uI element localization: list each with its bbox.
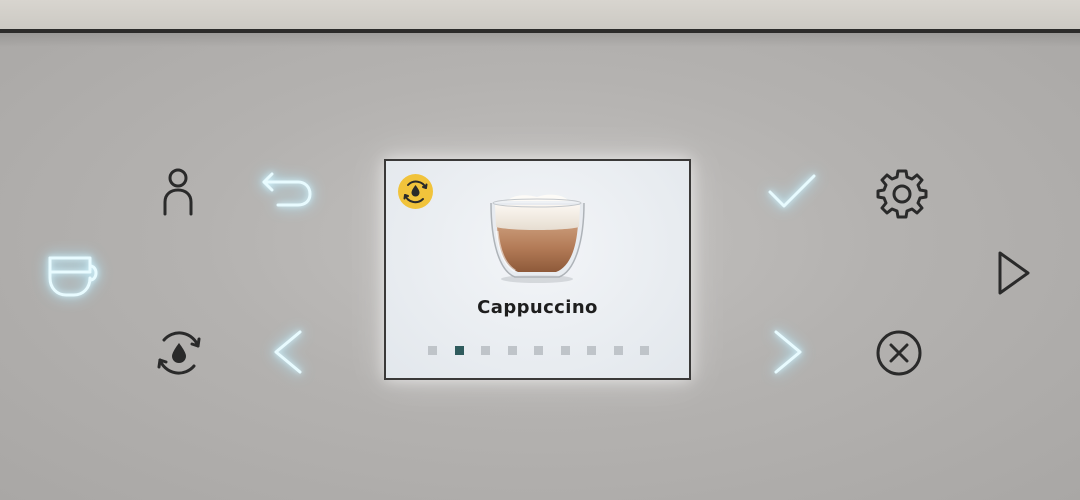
back-arrow-icon <box>262 172 312 207</box>
cup-button[interactable] <box>44 248 100 300</box>
cancel-button[interactable] <box>874 328 924 378</box>
page-indicator-dot-active <box>455 346 464 355</box>
top-shade <box>0 33 1080 47</box>
chevron-right-icon <box>774 330 802 374</box>
cappuccino-cup-icon <box>490 194 585 283</box>
page-indicator-dot <box>587 346 596 355</box>
play-icon <box>998 251 1030 295</box>
control-panel: Cappuccino <box>0 0 1080 500</box>
start-button[interactable] <box>994 248 1034 298</box>
page-indicator-dot <box>640 346 649 355</box>
settings-button[interactable] <box>876 167 928 219</box>
drink-name-label: Cappuccino <box>477 297 598 318</box>
checkmark-icon <box>768 174 816 208</box>
top-bezel <box>0 0 1080 30</box>
previous-button[interactable] <box>268 328 308 376</box>
cup-icon <box>48 256 98 297</box>
page-indicator-dot <box>428 346 437 355</box>
descale-water-drop-icon <box>403 180 428 204</box>
next-button[interactable] <box>768 328 808 376</box>
confirm-button[interactable] <box>764 170 820 214</box>
page-indicator-dot <box>534 346 543 355</box>
chevron-left-icon <box>274 330 302 374</box>
page-indicator-dot <box>614 346 623 355</box>
back-button[interactable] <box>258 170 316 212</box>
gear-icon <box>876 169 928 219</box>
drink-image <box>485 191 590 290</box>
descale-badge <box>398 174 433 209</box>
cancel-icon <box>876 330 922 376</box>
descale-icon <box>157 331 201 375</box>
profile-button[interactable] <box>160 166 196 218</box>
page-indicator-dot <box>508 346 517 355</box>
page-indicator-dot <box>481 346 490 355</box>
display-screen: Cappuccino <box>384 159 691 380</box>
user-profile-icon <box>163 168 193 216</box>
descale-button[interactable] <box>152 326 206 380</box>
page-indicator-dot <box>561 346 570 355</box>
